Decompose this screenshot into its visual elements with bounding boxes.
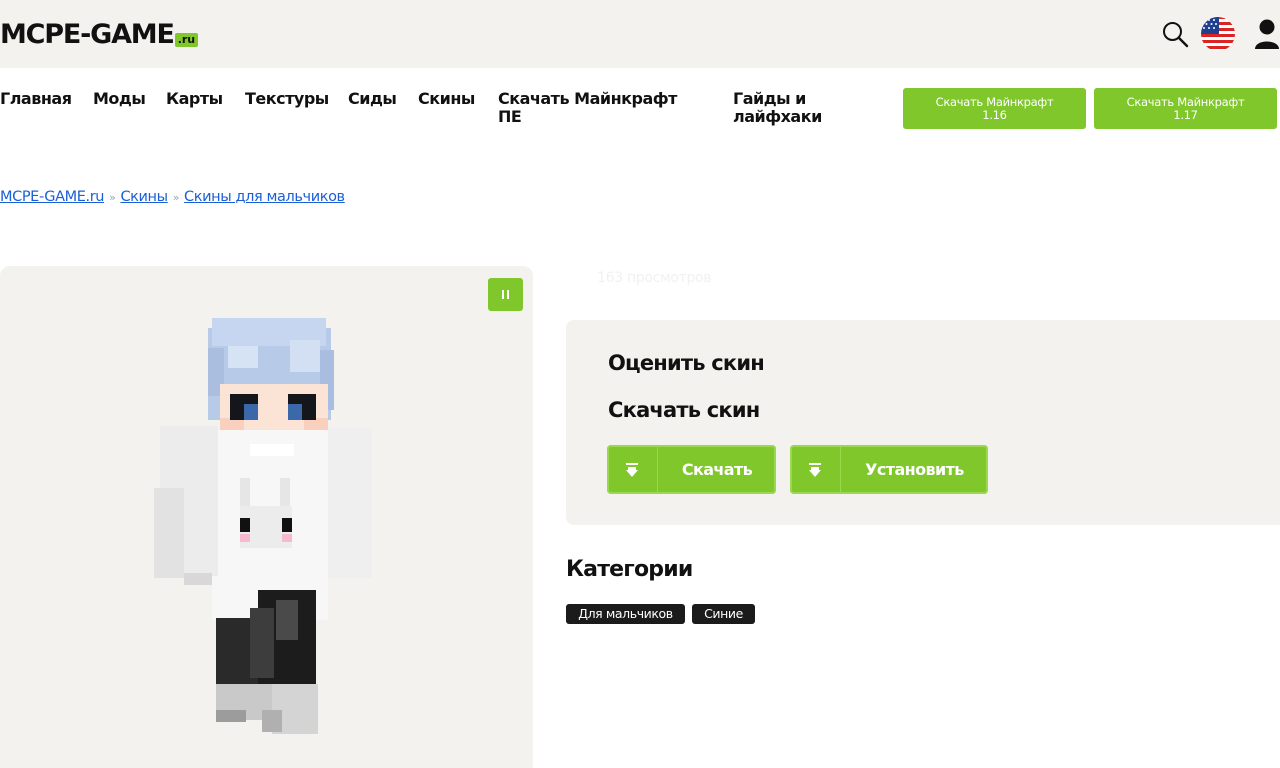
install-button[interactable]: Установить: [790, 445, 988, 494]
rate-skin-title: Оценить скин: [608, 351, 765, 375]
nav-item-textures[interactable]: Текстуры: [245, 90, 329, 108]
install-icon: [790, 445, 841, 494]
download-117-line2: 1.17: [1173, 107, 1198, 122]
download-116-line2: 1.16: [982, 107, 1007, 122]
download-icon: [607, 445, 658, 494]
install-button-label: Установить: [865, 460, 964, 479]
download-117-line1: Скачать Майнкрафт: [1126, 94, 1245, 109]
pause-icon-bar: [502, 290, 504, 299]
categories-title: Категории: [566, 557, 693, 582]
breadcrumb-boys-skins-link[interactable]: Скины для мальчиков: [184, 189, 345, 205]
search-icon[interactable]: [1161, 20, 1189, 48]
views-count: 163 просмотров: [597, 270, 712, 286]
nav-item-home[interactable]: Главная: [0, 90, 72, 108]
download-skin-title: Скачать скин: [608, 398, 760, 422]
nav-item-skins[interactable]: Скины: [418, 90, 475, 108]
nav-item-guides-line1: Гайды и: [733, 89, 806, 108]
nav-item-download-pe-line2: ПЕ: [498, 107, 522, 126]
download-minecraft-117-button[interactable]: Скачать Майнкрафт 1.17: [1094, 88, 1277, 129]
logo-suffix: .ru: [174, 33, 199, 47]
breadcrumb-skins-link[interactable]: Скины: [120, 189, 168, 205]
breadcrumb-home-link[interactable]: MCPE-GAME.ru: [0, 189, 104, 205]
category-tag-boys[interactable]: Для мальчиков: [566, 604, 685, 624]
download-minecraft-116-button[interactable]: Скачать Майнкрафт 1.16: [903, 88, 1086, 129]
nav-item-download-pe-line1: Скачать Майнкрафт: [498, 89, 677, 108]
nav-item-download-pe[interactable]: Скачать Майнкрафт ПЕ: [498, 90, 677, 126]
download-116-line1: Скачать Майнкрафт: [935, 94, 1054, 109]
pause-button[interactable]: [488, 278, 523, 311]
breadcrumb-separator: »: [172, 191, 180, 204]
us-flag-icon[interactable]: [1200, 16, 1236, 52]
pause-icon-bar: [507, 290, 509, 299]
nav-item-seeds[interactable]: Сиды: [348, 90, 397, 108]
site-logo[interactable]: MCPE-GAME .ru: [0, 18, 199, 52]
breadcrumb-separator: »: [109, 191, 116, 204]
nav-item-guides[interactable]: Гайды и лайфхаки: [733, 90, 822, 126]
download-button[interactable]: Скачать: [607, 445, 776, 494]
skin-preview-image: [154, 318, 372, 734]
nav-item-maps[interactable]: Карты: [166, 90, 223, 108]
nav-item-guides-line2: лайфхаки: [733, 107, 822, 126]
breadcrumb: MCPE-GAME.ru » Скины » Скины для мальчиков: [0, 189, 345, 205]
nav-item-mods[interactable]: Моды: [93, 90, 146, 108]
user-icon[interactable]: [1254, 18, 1280, 50]
site-header: MCPE-GAME .ru: [0, 0, 1280, 68]
download-button-label: Скачать: [681, 460, 753, 479]
category-tag-blue[interactable]: Синие: [692, 604, 755, 624]
logo-text: MCPE-GAME: [0, 19, 175, 50]
